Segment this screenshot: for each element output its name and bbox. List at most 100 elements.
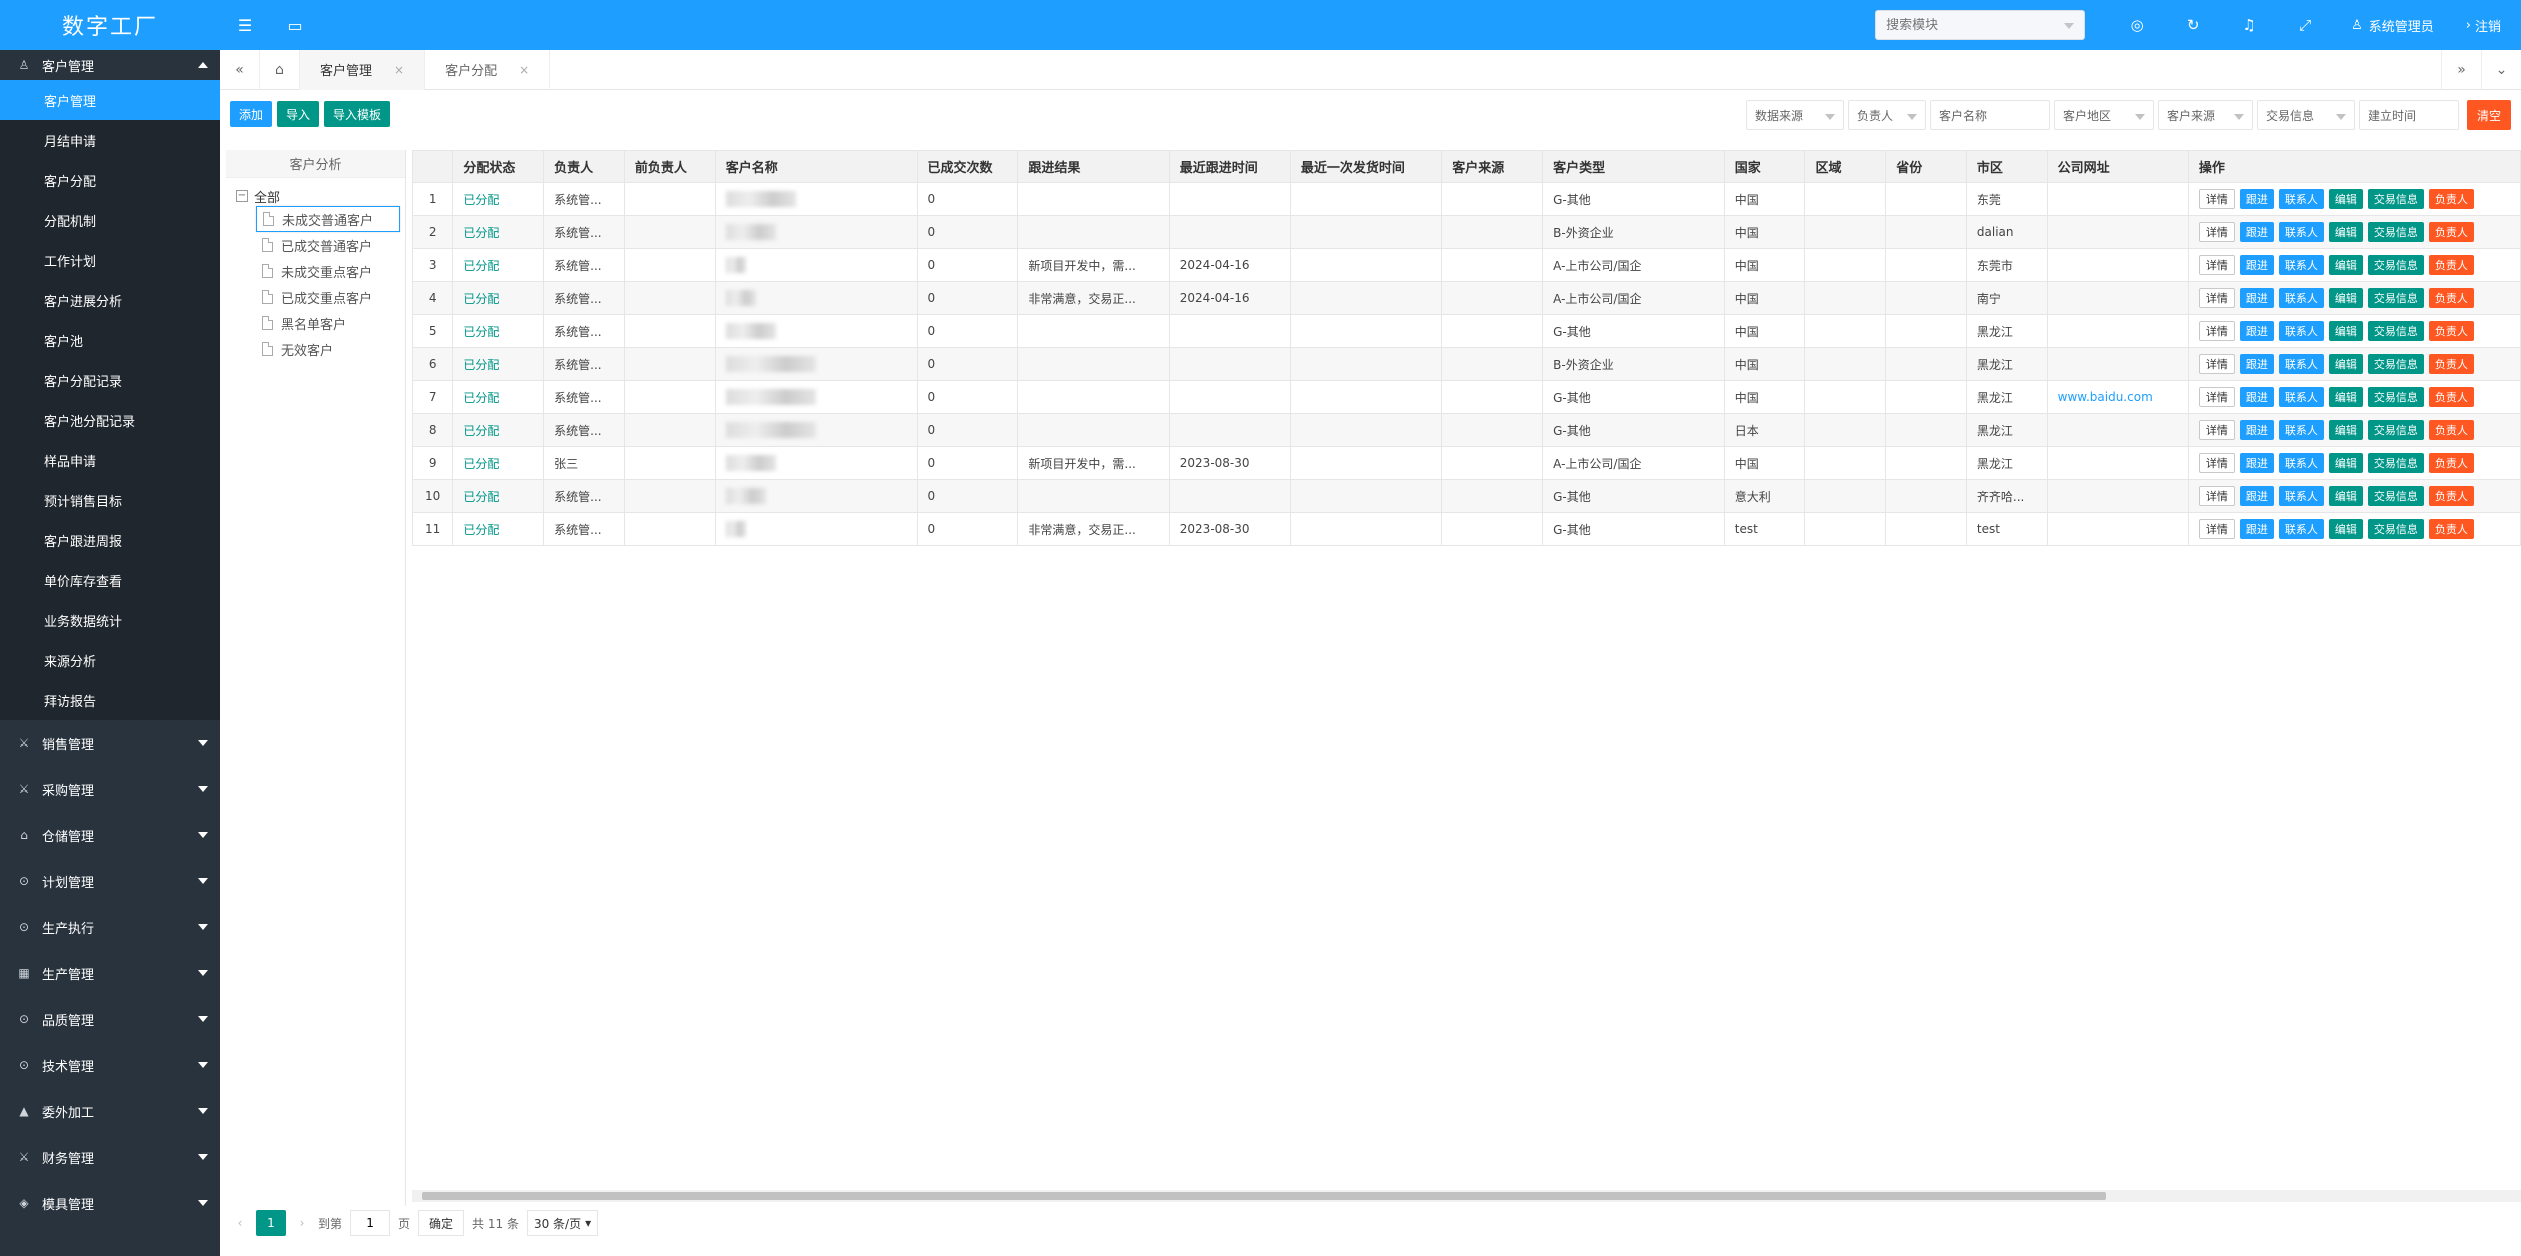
tabs-dropdown-icon[interactable]: ⌄	[2481, 50, 2521, 90]
sidebar-group-sales[interactable]: ⚔ 销售管理	[0, 720, 220, 766]
sidebar-item-work-plan[interactable]: 工作计划	[0, 240, 220, 280]
logout-button[interactable]: › 注销	[2452, 0, 2521, 50]
detail-button[interactable]: 详情	[2198, 354, 2235, 374]
sidebar-item-assign-records[interactable]: 客户分配记录	[0, 360, 220, 400]
import-button[interactable]: 导入	[277, 101, 320, 127]
sidebar-item-customer-manage[interactable]: 客户管理	[0, 80, 220, 120]
detail-button[interactable]: 详情	[2198, 420, 2235, 440]
detail-button[interactable]: 详情	[2198, 222, 2235, 242]
trade-info-button[interactable]: 交易信息	[2367, 387, 2424, 407]
follow-button[interactable]: 跟进	[2239, 519, 2274, 539]
table-row[interactable]: 10 已分配 系统管... 0 G-其他 意大利 齐齐哈... 详情 跟进 联系人 编辑 交易信息 负责…	[412, 479, 2521, 513]
trade-info-button[interactable]: 交易信息	[2367, 189, 2424, 209]
module-search[interactable]	[1875, 10, 2086, 40]
trade-info-button[interactable]: 交易信息	[2367, 222, 2424, 242]
trade-info-button[interactable]: 交易信息	[2367, 453, 2424, 473]
contacts-button[interactable]: 联系人	[2278, 189, 2324, 209]
owner-button[interactable]: 负责人	[2428, 453, 2474, 473]
owner-button[interactable]: 负责人	[2428, 420, 2474, 440]
col-header[interactable]: 客户来源	[1441, 150, 1544, 183]
owner-button[interactable]: 负责人	[2428, 387, 2474, 407]
contacts-button[interactable]: 联系人	[2278, 321, 2324, 341]
close-icon[interactable]: ×	[394, 63, 404, 77]
bell-icon[interactable]: ♫	[2221, 0, 2277, 50]
table-row[interactable]: 3 已分配 系统管... 0 新项目开发中，需... 2024-04-16 A-上市公司/国…	[412, 248, 2521, 282]
follow-button[interactable]: 跟进	[2239, 321, 2274, 341]
tree-node[interactable]: 未成交普通客户	[256, 206, 400, 232]
data-source-select[interactable]: 数据来源	[1745, 100, 1844, 130]
sidebar-item-customer-pool[interactable]: 客户池	[0, 320, 220, 360]
table-row[interactable]: 4 已分配 系统管... 0 非常满意，交易正... 2024-04-16 A-上市公司/国…	[412, 281, 2521, 315]
tabs-scroll-right-icon[interactable]: »	[2441, 50, 2481, 90]
tree-node[interactable]: 黑名单客户	[262, 310, 405, 336]
col-header[interactable]: 公司网址	[2046, 150, 2189, 183]
owner-button[interactable]: 负责人	[2428, 321, 2474, 341]
sidebar-item-source-analysis[interactable]: 来源分析	[0, 640, 220, 680]
trade-info-button[interactable]: 交易信息	[2367, 354, 2424, 374]
tree-node[interactable]: 已成交重点客户	[262, 284, 405, 310]
sidebar-group-plan[interactable]: ⊙ 计划管理	[0, 858, 220, 904]
follow-button[interactable]: 跟进	[2239, 255, 2274, 275]
owner-button[interactable]: 负责人	[2428, 519, 2474, 539]
edit-button[interactable]: 编辑	[2328, 519, 2363, 539]
close-icon[interactable]: ×	[519, 63, 529, 77]
sidebar-item-sample-apply[interactable]: 样品申请	[0, 440, 220, 480]
prev-page-icon[interactable]: ‹	[232, 1216, 248, 1230]
tree-root[interactable]: − 全部	[236, 186, 405, 206]
sidebar-item-sales-target[interactable]: 预计销售目标	[0, 480, 220, 520]
edit-button[interactable]: 编辑	[2328, 387, 2363, 407]
tree-node[interactable]: 无效客户	[262, 336, 405, 362]
trade-info-button[interactable]: 交易信息	[2367, 288, 2424, 308]
sidebar-item-price-stock[interactable]: 单价库存查看	[0, 560, 220, 600]
detail-button[interactable]: 详情	[2198, 486, 2235, 506]
col-header[interactable]: 负责人	[543, 150, 625, 183]
user-menu[interactable]: ♙ 系统管理员	[2333, 0, 2452, 50]
follow-button[interactable]: 跟进	[2239, 222, 2274, 242]
module-search-input[interactable]	[1886, 17, 2057, 33]
edit-button[interactable]: 编辑	[2328, 453, 2363, 473]
detail-button[interactable]: 详情	[2198, 321, 2235, 341]
contacts-button[interactable]: 联系人	[2278, 387, 2324, 407]
follow-button[interactable]: 跟进	[2239, 486, 2274, 506]
owner-button[interactable]: 负责人	[2428, 354, 2474, 374]
col-header[interactable]: 分配状态	[452, 150, 545, 183]
table-row[interactable]: 2 已分配 系统管... 0 B-外资企业 中国 dalian 详情 跟进 联系人 编辑 交易信息 负责…	[412, 215, 2521, 249]
next-page-icon[interactable]: ›	[294, 1216, 310, 1230]
sidebar-group-customer[interactable]: ♙ 客户管理	[0, 50, 220, 80]
horizontal-scrollbar[interactable]	[412, 1190, 2521, 1202]
edit-button[interactable]: 编辑	[2328, 288, 2363, 308]
edit-button[interactable]: 编辑	[2328, 189, 2363, 209]
col-header[interactable]: 国家	[1723, 150, 1806, 183]
edit-button[interactable]: 编辑	[2328, 321, 2363, 341]
sidebar-item-monthly-apply[interactable]: 月结申请	[0, 120, 220, 160]
sidebar-item-progress-analysis[interactable]: 客户进展分析	[0, 280, 220, 320]
page-size-select[interactable]: 30 条/页 ▾	[526, 1210, 599, 1236]
owner-button[interactable]: 负责人	[2428, 255, 2474, 275]
edit-button[interactable]: 编辑	[2328, 255, 2363, 275]
collapse-icon[interactable]: −	[236, 190, 248, 202]
website-link[interactable]: www.baidu.com	[2058, 390, 2153, 404]
col-header[interactable]: 最近一次发货时间	[1289, 150, 1443, 183]
col-header[interactable]: 跟进结果	[1017, 150, 1170, 183]
sidebar-group-purchase[interactable]: ⚔ 采购管理	[0, 766, 220, 812]
owner-button[interactable]: 负责人	[2428, 222, 2474, 242]
contacts-button[interactable]: 联系人	[2278, 288, 2324, 308]
fullscreen-icon[interactable]: ⤢	[2277, 0, 2333, 50]
tree-node[interactable]: 未成交重点客户	[262, 258, 405, 284]
contacts-button[interactable]: 联系人	[2278, 222, 2324, 242]
trade-info-button[interactable]: 交易信息	[2367, 486, 2424, 506]
region-select[interactable]: 客户地区	[2053, 100, 2154, 130]
edit-button[interactable]: 编辑	[2328, 354, 2363, 374]
detail-button[interactable]: 详情	[2198, 189, 2235, 209]
sidebar-item-assign-mechanism[interactable]: 分配机制	[0, 200, 220, 240]
app-logo[interactable]: 数字工厂	[0, 0, 220, 50]
sidebar-item-customer-assign[interactable]: 客户分配	[0, 160, 220, 200]
tab-customer-assign[interactable]: 客户分配 ×	[425, 49, 551, 90]
sidebar-group-warehouse[interactable]: ⌂ 仓储管理	[0, 812, 220, 858]
contacts-button[interactable]: 联系人	[2278, 453, 2324, 473]
col-header[interactable]: 最近跟进时间	[1168, 150, 1291, 183]
tabs-scroll-left-icon[interactable]: «	[220, 49, 260, 90]
follow-button[interactable]: 跟进	[2239, 387, 2274, 407]
home-icon[interactable]: ⌂	[260, 49, 300, 90]
goto-confirm-button[interactable]: 确定	[418, 1210, 465, 1236]
